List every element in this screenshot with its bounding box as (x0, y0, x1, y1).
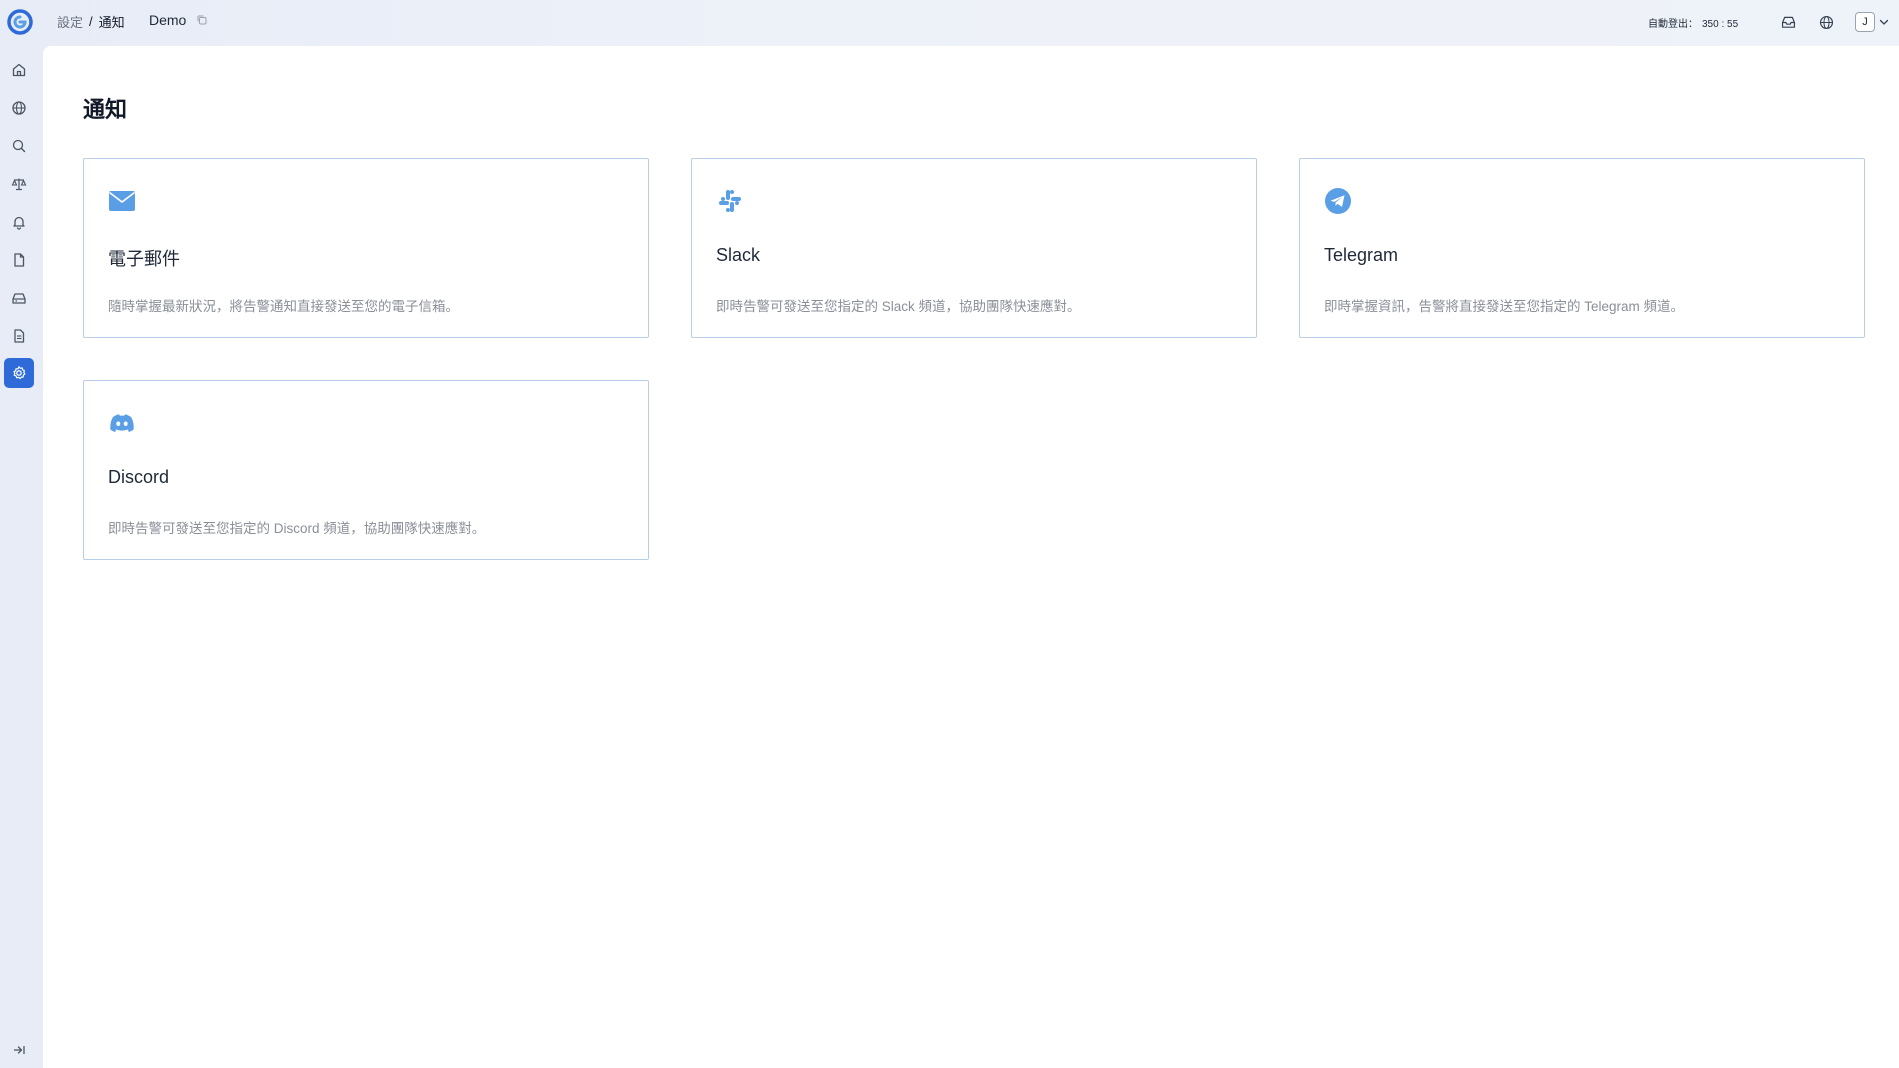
email-notification-card[interactable]: 電子郵件 隨時掌握最新狀況，將告警通知直接發送至您的電子信箱。 (83, 158, 649, 338)
breadcrumb-settings-link[interactable]: 設定 (57, 12, 83, 31)
sidebar-item-files[interactable] (4, 245, 34, 275)
card-description: 隨時掌握最新狀況，將告警通知直接發送至您的電子信箱。 (108, 299, 459, 314)
search-icon (12, 139, 26, 153)
file-icon (14, 253, 25, 267)
copy-icon[interactable] (196, 14, 208, 26)
globe-icon (12, 101, 26, 115)
collapse-sidebar-icon (14, 1046, 25, 1054)
app-logo-icon[interactable] (6, 8, 34, 36)
telegram-icon (1325, 188, 1351, 214)
project-name: Demo (149, 12, 187, 28)
card-description: 即時告警可發送至您指定的 Discord 頻道，協助團隊快速應對。 (108, 521, 486, 536)
breadcrumb-separator: / (89, 14, 93, 29)
sidebar-item-compliance[interactable] (4, 169, 34, 199)
envelope-icon (109, 191, 135, 211)
main-content: 通知 電子郵件 隨時掌握最新狀況，將告警通知直接發送至您的電子信箱。 Slack… (43, 46, 1899, 1068)
discord-notification-card[interactable]: Discord 即時告警可發送至您指定的 Discord 頻道，協助團隊快速應對… (83, 380, 649, 560)
breadcrumb: 設定 / 通知 (57, 12, 125, 31)
inbox-tray-icon (12, 293, 26, 304)
sidebar-item-search[interactable] (4, 131, 34, 161)
bell-icon (13, 216, 25, 230)
slack-icon (719, 190, 741, 212)
discord-icon (110, 414, 134, 432)
card-description: 即時告警可發送至您指定的 Slack 頻道，協助團隊快速應對。 (716, 299, 1081, 314)
chevron-down-icon[interactable] (1878, 16, 1890, 28)
top-bar: 設定 / 通知 Demo 自動登出： 350 : 55 J (0, 0, 1899, 44)
telegram-notification-card[interactable]: Telegram 即時掌握資訊，告警將直接發送至您指定的 Telegram 頻道… (1299, 158, 1865, 338)
sidebar-item-alerts[interactable] (4, 207, 34, 237)
gear-icon (13, 366, 26, 380)
breadcrumb-current: 通知 (98, 15, 125, 30)
sidebar-item-storage[interactable] (4, 283, 34, 313)
slack-notification-card[interactable]: Slack 即時告警可發送至您指定的 Slack 頻道，協助團隊快速應對。 (691, 158, 1257, 338)
sidebar-item-network[interactable] (4, 93, 34, 123)
card-title: 電子郵件 (108, 249, 180, 269)
inbox-icon[interactable] (1778, 12, 1798, 32)
card-title: Discord (108, 467, 170, 487)
scale-icon (11, 178, 27, 191)
sidebar-item-home[interactable] (4, 55, 34, 85)
auto-logout-value: 350 : 55 (1702, 19, 1739, 30)
sidebar-item-reports[interactable] (4, 321, 34, 351)
auto-logout-label: 自動登出： (1648, 19, 1698, 30)
card-description: 即時掌握資訊，告警將直接發送至您指定的 Telegram 頻道。 (1324, 299, 1685, 314)
user-avatar[interactable]: J (1855, 12, 1875, 32)
sidebar-item-settings[interactable] (4, 358, 34, 388)
card-title: Slack (716, 245, 761, 265)
globe-icon[interactable] (1816, 12, 1836, 32)
page-title: 通知 (83, 97, 128, 122)
card-title: Telegram (1324, 245, 1399, 265)
auto-logout-timer: 自動登出： 350 : 55 (1648, 15, 1738, 30)
project-selector: Demo (149, 12, 208, 28)
document-icon (14, 329, 25, 343)
collapse-sidebar-button[interactable] (4, 1035, 34, 1065)
sidebar (0, 44, 40, 1068)
home-icon (12, 63, 26, 77)
